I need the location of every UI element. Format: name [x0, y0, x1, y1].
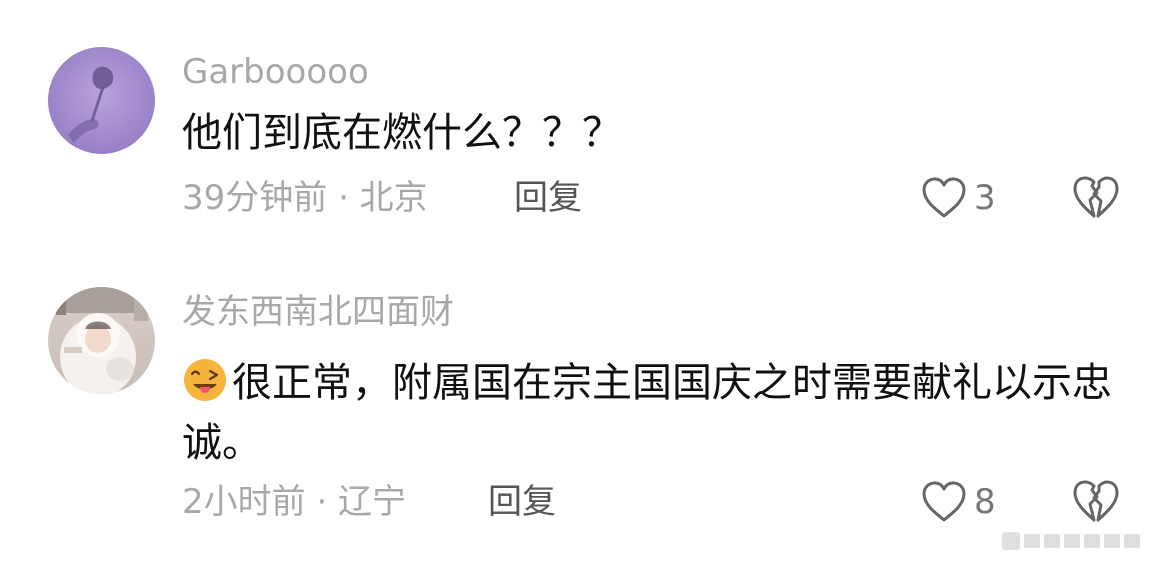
- comment-text: 很正常，附属国在宗主国国庆之时需要献礼以示忠诚。: [182, 360, 1112, 466]
- like-button[interactable]: 8: [920, 478, 996, 526]
- comment-username[interactable]: 发东西南北四面财: [182, 292, 454, 332]
- heart-outline-icon: [922, 481, 966, 522]
- watermark: [1002, 526, 1156, 556]
- watermark-image: [1002, 532, 1140, 550]
- reply-button[interactable]: 回复: [488, 482, 556, 522]
- comment-text-block: 很正常，附属国在宗主国国庆之时需要献礼以示忠诚。: [182, 353, 1122, 473]
- comment-time-location: 2小时前 · 辽宁: [182, 482, 407, 522]
- avatar-photo-image: [48, 287, 155, 394]
- avatar[interactable]: [48, 287, 155, 394]
- dislike-button[interactable]: [1072, 478, 1120, 526]
- like-count: 8: [974, 482, 996, 522]
- winking-tongue-emoji: [184, 359, 226, 401]
- comment-item: 发东西南北四面财 很正常，附属国在宗主国国庆之时需要献礼以示忠诚。 2小时前 ·…: [0, 0, 1170, 570]
- broken-heart-icon: [1073, 480, 1119, 522]
